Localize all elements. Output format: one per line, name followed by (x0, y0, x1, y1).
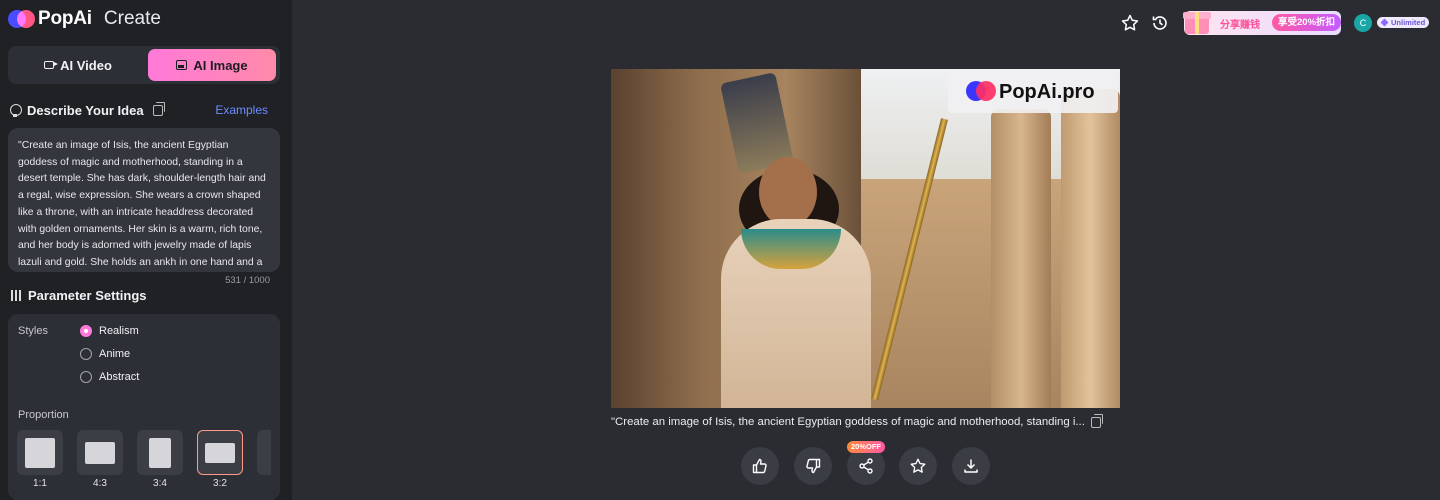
watermark-text: PopAi.pro (999, 80, 1095, 103)
dislike-button[interactable] (794, 447, 832, 485)
ai-image-tab[interactable]: AI Image (148, 49, 276, 81)
ratio-shape (205, 442, 235, 463)
ratio-label: 3:2 (213, 478, 227, 489)
char-count: 531 / 1000 (225, 275, 270, 286)
radio-selected-icon (80, 325, 92, 337)
styles-label: Styles (18, 325, 48, 337)
ai-video-tab[interactable]: AI Video (12, 49, 144, 81)
mode-switch: AI Video AI Image (8, 46, 280, 84)
video-icon (44, 61, 59, 69)
style-option-abstract[interactable]: Abstract (80, 371, 139, 383)
gift-icon (1182, 5, 1212, 37)
popai-logo-icon (8, 10, 35, 28)
image-figure-head (759, 157, 817, 227)
style-option-label: Anime (99, 348, 131, 360)
discount-badge: 20%OFF (847, 441, 886, 453)
history-icon (1152, 16, 1167, 30)
promo-badge: 享受20%折扣 (1272, 14, 1341, 31)
download-button[interactable] (952, 447, 990, 485)
star-icon (910, 458, 926, 473)
generated-image[interactable]: PopAi.pro (611, 69, 1120, 408)
caption-text: "Create an image of Isis, the ancient Eg… (611, 416, 1085, 428)
promo-text: 分享赚钱 (1220, 20, 1260, 31)
describe-title: Describe Your Idea (27, 103, 144, 118)
radio-icon (80, 348, 92, 360)
favorites-star-button[interactable] (1120, 13, 1140, 33)
style-option-realism[interactable]: Realism (80, 325, 139, 337)
watermark: PopAi.pro (948, 71, 1118, 113)
copy-icon[interactable] (152, 102, 165, 116)
params-heading: Parameter Settings (10, 288, 147, 303)
prompt-text: "Create an image of Isis, the ancient Eg… (18, 140, 266, 268)
style-option-label: Realism (99, 325, 139, 337)
image-column (991, 109, 1051, 408)
sliders-icon (10, 290, 21, 301)
image-caption: "Create an image of Isis, the ancient Eg… (611, 413, 1131, 428)
ratio-more[interactable] (257, 430, 271, 475)
popai-logo-icon (966, 81, 996, 103)
lightbulb-icon (10, 104, 22, 117)
ai-video-label: AI Video (60, 57, 112, 73)
image-icon (176, 60, 188, 70)
share-icon (859, 458, 873, 474)
parameter-panel: Styles Realism Anime Abstract Proportion… (8, 314, 280, 500)
ratio-3-4[interactable] (137, 430, 183, 475)
ratio-shape (85, 441, 115, 464)
ratio-label: 3:4 (153, 478, 167, 489)
thumbs-down-icon (806, 458, 821, 474)
download-icon (964, 459, 978, 473)
examples-link[interactable]: Examples (215, 103, 268, 117)
ratio-label: 4:3 (93, 478, 107, 489)
thumbs-up-icon (752, 458, 767, 474)
style-option-label: Abstract (99, 371, 140, 383)
params-title: Parameter Settings (28, 288, 147, 303)
describe-heading: Describe Your Idea (10, 102, 165, 118)
brand[interactable]: PopAi Create (8, 8, 161, 30)
plan-badge: Unlimited (1377, 17, 1430, 28)
ratio-1-1[interactable] (17, 430, 63, 475)
star-icon (1121, 14, 1139, 31)
copy-caption-icon[interactable] (1090, 413, 1103, 428)
history-button[interactable] (1150, 13, 1170, 33)
like-button[interactable] (741, 447, 779, 485)
ratio-shape (25, 437, 55, 468)
ratio-3-2[interactable] (197, 430, 243, 475)
proportion-label: Proportion (18, 409, 69, 421)
favorite-button[interactable] (899, 447, 937, 485)
section-title: Create (103, 8, 161, 29)
prompt-textarea[interactable]: "Create an image of Isis, the ancient Eg… (8, 128, 280, 272)
image-column (1061, 89, 1120, 408)
brand-name: PopAi (38, 8, 92, 29)
avatar[interactable]: C (1354, 14, 1372, 32)
style-option-anime[interactable]: Anime (80, 348, 130, 360)
ratio-shape (149, 437, 171, 468)
sidebar: PopAi Create AI Video AI Image Describe … (0, 0, 292, 500)
promo-banner[interactable]: 分享赚钱 享受20%折扣 (1183, 11, 1341, 35)
ratio-label: 1:1 (33, 478, 47, 489)
radio-icon (80, 371, 92, 383)
ai-image-label: AI Image (193, 57, 248, 73)
ratio-4-3[interactable] (77, 430, 123, 475)
